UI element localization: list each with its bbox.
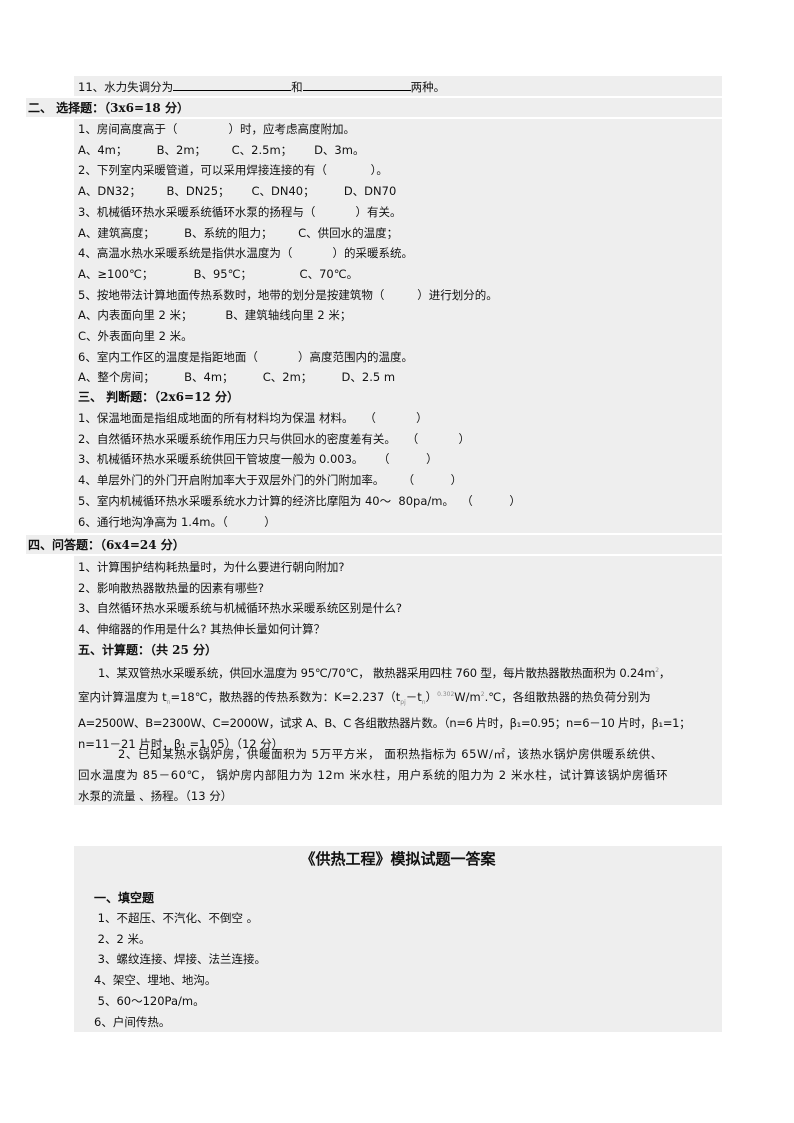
q11-middle: 和 <box>291 80 303 94</box>
choice-question-line: A、DN32； B、DN25； C、DN40； D、DN70 <box>78 184 397 199</box>
calc-q1-line2: 室内计算温度为 tn=18℃，散热器的传热系数为：K=2.237（tpj－tn）… <box>78 689 651 706</box>
choice-question-line: 2、下列室内采暖管道，可以采用焊接连接的有（ ）。 <box>78 163 388 178</box>
essay-question-line: 3、自然循环热水采暖系统与机械循环热水采暖系统区别是什么? <box>78 601 402 616</box>
section4-5-body: 1、计算围护结构耗热量时，为什么要进行朝向附加? 2、影响散热器散热量的因素有哪些… <box>74 556 722 805</box>
choice-question-line: 4、高温水热水采暖系统是指供水温度为（ ）的采暖系统。 <box>78 246 414 261</box>
section2-heading: 二、 选择题：（3x6=18 分） <box>28 101 189 115</box>
calc-q1-line1: 1、某双管热水采暖系统，供回水温度为 95℃/70℃， 散热器采用四柱 760 … <box>98 665 671 680</box>
choice-question-line: 1、房间高度高于（ ）时，应考虑高度附加。 <box>78 122 355 136</box>
true-false-line: 1、保温地面是指组成地面的所有材料均为保温 材料。 （ ） <box>78 411 428 425</box>
essay-question-line: 4、伸缩器的作用是什么? 其热伸长量如何计算？ <box>78 622 326 637</box>
q11-suffix: 两种。 <box>410 80 446 94</box>
section2-heading-row: 二、 选择题：（3x6=18 分） <box>26 98 722 117</box>
section5-heading: 五、计算题：（共 25 分） <box>78 643 218 657</box>
answer-section1-heading: 一、填空题 <box>94 891 155 905</box>
answer-line: 5、60～120Pa/m。 <box>94 993 205 1008</box>
section3-heading: 三、 判断题：（2x6=12 分） <box>78 390 239 404</box>
choice-question-line: A、内表面向里 2 米； B、建筑轴线向里 2 米； <box>78 308 352 323</box>
section4-heading: 四、问答题：（6x4=24 分） <box>28 538 185 552</box>
answer-line: 4、架空、埋地、地沟。 <box>94 973 217 988</box>
calc-q2-line1: 2、已知某热水锅炉房，供暖面积为 5万平方米， 面积热指标为 65W/㎡，该热水… <box>118 747 663 761</box>
choice-question-line: A、4m； B、2m； C、2.5m； D、3m。 <box>78 142 365 157</box>
true-false-line: 3、机械循环热水采暖系统供回干管坡度一般为 0.003。 （ ） <box>78 452 438 467</box>
choice-question-line: 5、按地带法计算地面传热系数时，地带的划分是按建筑物（ ）进行划分的。 <box>78 287 498 302</box>
q11-prefix: 11、水力失调分为 <box>78 80 174 94</box>
choice-question-line: C、外表面向里 2 米。 <box>78 329 193 343</box>
calc-q1: 1、某双管热水采暖系统，供回水温度为 95℃/70℃， 散热器采用四柱 760 … <box>78 660 723 755</box>
q11-text: 11、水力失调分为 和 两种。 <box>78 76 445 97</box>
answer-line: 3、螺纹连接、焊接、法兰连接。 <box>94 952 266 967</box>
true-false-line: 5、室内机械循环热水采暖系统水力计算的经济比摩阻为 40～ 80pa/m。 （ … <box>78 493 521 508</box>
choice-question-line: 6、室内工作区的温度是指距地面（ ）高度范围内的温度。 <box>78 349 414 364</box>
choice-question-line: 3、机械循环热水采暖系统循环水泵的扬程与（ ）有关。 <box>78 204 402 219</box>
section2-3-body: 1、房间高度高于（ ）时，应考虑高度附加。 A、4m； B、2m； C、2.5m；… <box>74 119 722 533</box>
answer-title: 《供热工程》模拟试题一答案 <box>300 850 496 868</box>
choice-question-line: A、建筑高度； B、系统的阻力； C、供回水的温度； <box>78 225 399 240</box>
calc-q1-line3: A=2500W、B=2300W、C=2000W，试求 A、B、C 各组散热器片数… <box>78 715 691 730</box>
answer-line: 2、2 米。 <box>94 931 151 946</box>
true-false-line: 6、通行地沟净高为 1.4m。（ ） <box>78 514 276 529</box>
choice-question-line: A、≥100℃； B、95℃； C、70℃。 <box>78 266 359 281</box>
answer-block: 《供热工程》模拟试题一答案 一、填空题 1、不超压、不汽化、不倒空 。 2、2 … <box>74 846 722 1032</box>
essay-question-line: 1、计算围护结构耗热量时，为什么要进行朝向附加? <box>78 560 345 574</box>
answer-line: 6、户间传热。 <box>94 1014 171 1029</box>
calc-q2: 2、已知某热水锅炉房，供暖面积为 5万平方米， 面积热指标为 65W/㎡，该热水… <box>78 744 723 807</box>
q11-row: 11、水力失调分为 和 两种。 <box>74 76 722 96</box>
calc-q2-line3: 水泵的流量 、扬程。（13 分） <box>78 789 233 803</box>
true-false-line: 2、自然循环热水采暖系统作用压力只与供回水的密度差有关。 （ ） <box>78 431 470 446</box>
true-false-line: 4、单层外门的外门开启附加率大于双层外门的外门附加率。 （ ） <box>78 473 463 488</box>
section4-heading-row: 四、问答题：（6x4=24 分） <box>26 535 722 554</box>
essay-question-line: 2、影响散热器散热量的因素有哪些? <box>78 580 264 595</box>
choice-question-line: A、整个房间； B、4m； C、2m； D、2.5 m <box>78 370 396 385</box>
answer-line: 1、不超压、不汽化、不倒空 。 <box>94 911 259 925</box>
calc-q2-line2: 回水温度为 85－60℃， 锅炉房内部阻力为 12m 米水柱，用户系统的阻力为 … <box>78 768 669 782</box>
q11-blank-2 <box>302 76 411 91</box>
q11-blank-1 <box>173 76 292 91</box>
